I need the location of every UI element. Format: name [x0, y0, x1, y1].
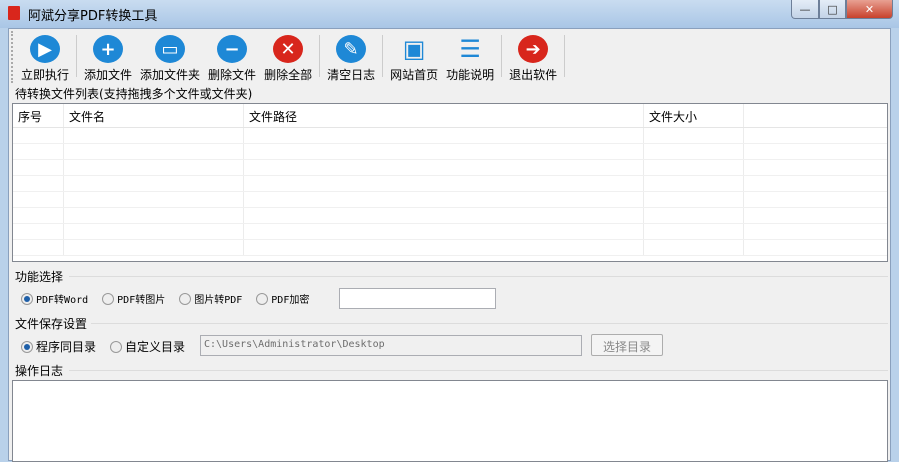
toolbar-separator: [319, 35, 321, 77]
radio-dot: [21, 340, 33, 353]
file-list-label: 待转换文件列表(支持拖拽多个文件或文件夹): [15, 87, 253, 101]
divider: [69, 370, 888, 371]
document-icon: ☰: [459, 35, 481, 63]
log-textarea[interactable]: [12, 380, 888, 462]
option-label: 程序同目录: [36, 340, 97, 354]
maximize-button[interactable]: □: [819, 0, 846, 19]
delete-file-button[interactable]: − 删除文件: [204, 31, 260, 83]
option-label: 图片转PDF: [194, 295, 243, 306]
homepage-label: 网站首页: [390, 68, 439, 82]
broom-icon: ✎: [336, 35, 367, 63]
radio-dot: [256, 292, 269, 305]
close-circle-icon: ✕: [273, 35, 304, 63]
radio-dot: [179, 292, 192, 305]
minimize-button[interactable]: —: [791, 0, 819, 19]
exit-icon: ➔: [518, 35, 549, 63]
help-label: 功能说明: [446, 68, 495, 82]
column-filename[interactable]: 文件名: [64, 104, 244, 127]
toolbar: ▶ 立即执行 + 添加文件 ▭ 添加文件夹 − 删除文件 ✕ 删除全部 ✎ 清空日志 ▣ 网站…: [11, 31, 568, 83]
radio-custom-directory[interactable]: 自定义目录: [110, 338, 185, 355]
radio-dot: [102, 292, 115, 305]
column-size[interactable]: 文件大小: [644, 104, 744, 127]
option-label: 自定义目录: [125, 340, 186, 354]
table-row: [13, 176, 887, 192]
folder-icon: ▭: [155, 35, 186, 63]
exit-label: 退出软件: [509, 68, 558, 82]
option-label: PDF加密: [271, 295, 310, 306]
play-icon: ▶: [30, 35, 60, 63]
radio-dot: [110, 340, 123, 353]
radio-pdf-to-word[interactable]: PDF转Word: [21, 291, 88, 306]
table-header: 序号 文件名 文件路径 文件大小: [13, 104, 887, 128]
close-button[interactable]: ✕: [846, 0, 893, 19]
table-row: [13, 192, 887, 208]
window-title: 阿斌分享PDF转换工具: [28, 9, 158, 24]
run-button[interactable]: ▶ 立即执行: [17, 31, 73, 83]
save-path-input[interactable]: C:\Users\Administrator\Desktop: [200, 335, 582, 356]
add-file-button[interactable]: + 添加文件: [80, 31, 136, 83]
app-pdf-icon: [8, 6, 20, 20]
column-path[interactable]: 文件路径: [244, 104, 644, 127]
table-row: [13, 144, 887, 160]
add-folder-button[interactable]: ▭ 添加文件夹: [136, 31, 204, 83]
radio-dot: [21, 292, 33, 305]
add-folder-label: 添加文件夹: [140, 68, 201, 82]
divider: [69, 276, 888, 277]
log-label: 操作日志: [15, 364, 64, 378]
radio-same-directory[interactable]: 程序同目录: [21, 338, 96, 355]
table-row: [13, 160, 887, 176]
delete-all-label: 删除全部: [264, 68, 313, 82]
option-label: PDF转Word: [36, 295, 89, 306]
delete-file-label: 删除文件: [208, 68, 257, 82]
radio-pdf-to-image[interactable]: PDF转图片: [102, 291, 165, 306]
save-settings-label: 文件保存设置: [15, 317, 88, 331]
choose-directory-button[interactable]: 选择目录: [591, 334, 663, 356]
divider: [91, 323, 888, 324]
clear-log-label: 清空日志: [327, 68, 376, 82]
toolbar-separator: [501, 35, 503, 77]
delete-all-button[interactable]: ✕ 删除全部: [260, 31, 316, 83]
table-row: [13, 240, 887, 256]
clear-log-button[interactable]: ✎ 清空日志: [323, 31, 379, 83]
homepage-button[interactable]: ▣ 网站首页: [386, 31, 442, 83]
radio-image-to-pdf[interactable]: 图片转PDF: [179, 291, 242, 306]
password-input[interactable]: [339, 288, 496, 309]
table-row: [13, 208, 887, 224]
file-list-table[interactable]: 序号 文件名 文件路径 文件大小: [12, 103, 888, 262]
monitor-icon: ▣: [402, 35, 426, 63]
toolbar-separator: [382, 35, 384, 77]
minus-icon: −: [217, 35, 248, 63]
toolbar-separator: [564, 35, 566, 77]
column-index[interactable]: 序号: [13, 104, 64, 127]
plus-icon: +: [93, 35, 124, 63]
add-file-label: 添加文件: [84, 68, 133, 82]
title-bar: 阿斌分享PDF转换工具 — □ ✕: [0, 0, 899, 28]
option-label: PDF转图片: [117, 295, 166, 306]
run-label: 立即执行: [21, 68, 70, 82]
toolbar-separator: [76, 35, 78, 77]
function-label: 功能选择: [15, 270, 64, 284]
table-row: [13, 224, 887, 240]
radio-pdf-encrypt[interactable]: PDF加密: [256, 291, 309, 306]
table-row: [13, 128, 887, 144]
exit-button[interactable]: ➔ 退出软件: [505, 31, 561, 83]
help-button[interactable]: ☰ 功能说明: [442, 31, 498, 83]
main-window: ▶ 立即执行 + 添加文件 ▭ 添加文件夹 − 删除文件 ✕ 删除全部 ✎ 清空日志 ▣ 网站…: [8, 28, 891, 462]
